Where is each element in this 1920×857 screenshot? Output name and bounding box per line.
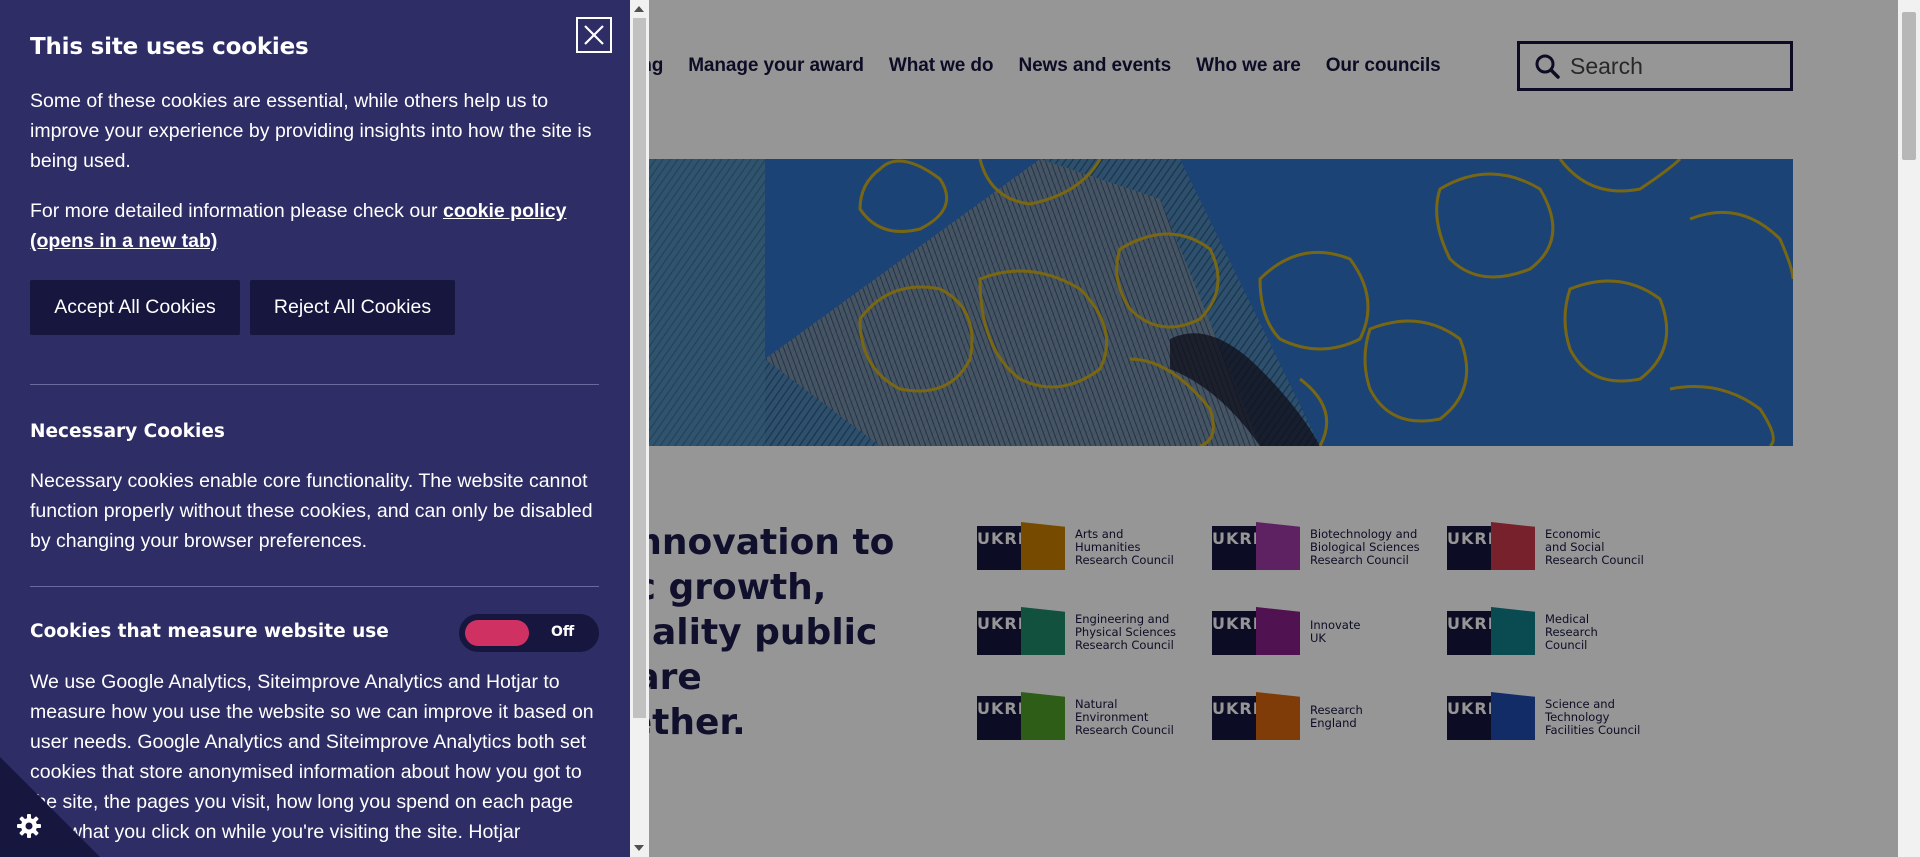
cookie-intro-text: Some of these cookies are essential, whi… — [30, 90, 592, 172]
close-icon — [584, 25, 604, 45]
cookie-panel-scrollbar[interactable] — [630, 0, 649, 857]
necessary-cookies-title: Necessary Cookies — [30, 421, 225, 442]
cookie-more-info-prefix: For more detailed information please che… — [30, 200, 443, 222]
measure-cookies-title: Cookies that measure website use — [30, 621, 389, 642]
cookie-corner-shape — [0, 757, 100, 857]
toggle-state-label: Off — [551, 624, 575, 640]
cookie-panel-scrollbar-thumb[interactable] — [633, 18, 646, 718]
page-scrollbar[interactable] — [1898, 0, 1920, 857]
cookie-settings-button[interactable] — [0, 757, 100, 857]
necessary-cookies-text: Necessary cookies enable core functional… — [30, 470, 593, 552]
cog-icon — [17, 814, 41, 838]
accept-all-cookies-button[interactable]: Accept All Cookies — [30, 280, 240, 335]
divider — [30, 384, 599, 385]
reject-all-cookies-button[interactable]: Reject All Cookies — [250, 280, 455, 335]
close-button[interactable] — [576, 17, 612, 53]
divider — [30, 586, 599, 587]
cookie-panel: This site uses cookies Some of these coo… — [0, 0, 630, 857]
measure-cookies-toggle[interactable]: Off — [459, 614, 599, 652]
scroll-up-arrow-icon[interactable] — [634, 6, 644, 12]
cookie-more-info: For more detailed information please che… — [30, 196, 600, 256]
page-scrollbar-thumb[interactable] — [1902, 12, 1916, 160]
scroll-down-arrow-icon[interactable] — [634, 845, 644, 851]
cookie-panel-title: This site uses cookies — [30, 34, 309, 60]
measure-cookies-text: We use Google Analytics, Siteimprove Ana… — [30, 671, 594, 843]
toggle-knob — [465, 620, 529, 646]
